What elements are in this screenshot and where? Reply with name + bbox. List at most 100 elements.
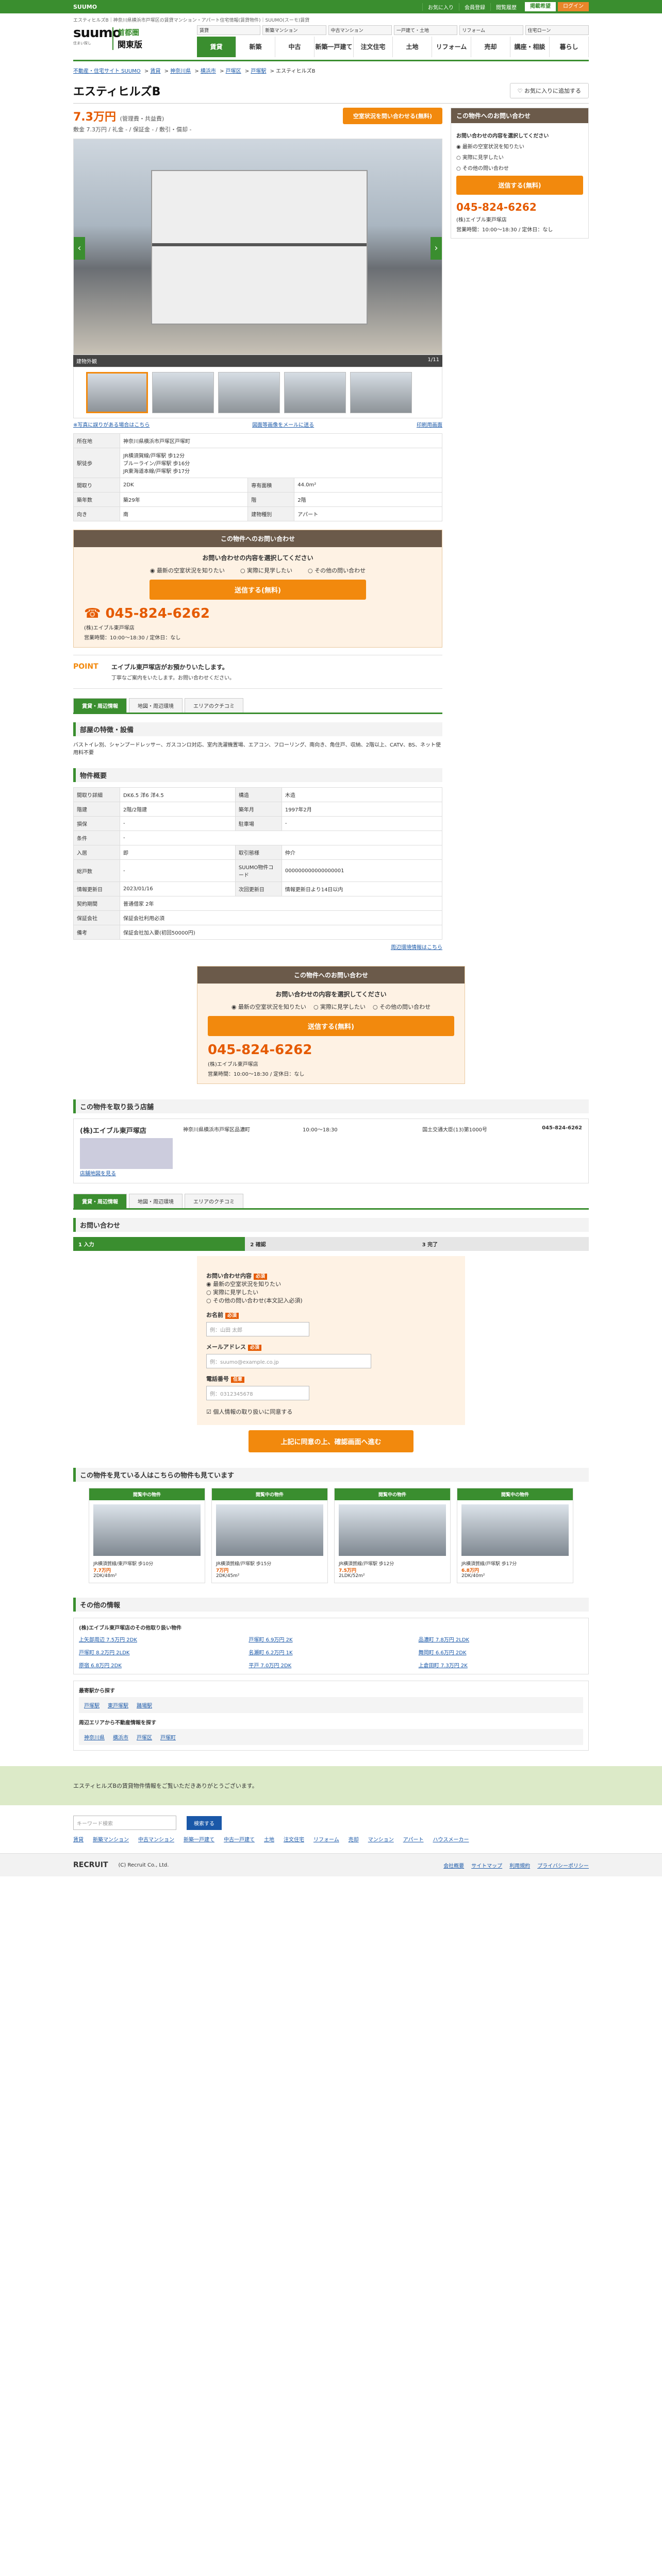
area-link[interactable]: 神奈川県	[84, 1733, 105, 1741]
other-property-link[interactable]: 舞岡町 6.6万円 2DK	[419, 1648, 583, 1656]
radio-visit[interactable]: ○ 実際に見学したい	[313, 1003, 366, 1011]
sub-nav-item[interactable]: 住宅ローン	[525, 25, 589, 35]
station-link[interactable]: 戸塚駅	[84, 1701, 100, 1709]
sub-nav-item[interactable]: リフォーム	[459, 25, 523, 35]
thumbnail[interactable]	[86, 372, 148, 413]
agree-checkbox[interactable]: ☑ 個人情報の取り扱いに同意する	[206, 1408, 456, 1416]
form-radio-visit[interactable]: ○ 実際に見学したい	[206, 1288, 456, 1296]
station-link[interactable]: 東戸塚駅	[108, 1701, 128, 1709]
side-radio-visit[interactable]: ○ 実際に見学したい	[456, 153, 583, 161]
footer-link[interactable]: 注文住宅	[284, 1835, 304, 1843]
sub-nav-item[interactable]: 一戸建て・土地	[393, 25, 458, 35]
side-radio-other[interactable]: ○ その他の問い合わせ	[456, 164, 583, 172]
radio-visit[interactable]: ○ 実際に見学したい	[240, 566, 292, 574]
publish-button[interactable]: 掲載希望	[525, 2, 556, 11]
nav-used[interactable]: 中古	[275, 37, 315, 57]
area-link[interactable]: 横浜市	[113, 1733, 128, 1741]
footer-link[interactable]: 賃貸	[73, 1835, 84, 1843]
footer-search-input[interactable]: キーワード検索	[73, 1816, 176, 1830]
main-photo[interactable]: ‹ ›	[73, 139, 442, 355]
top-logo[interactable]: SUUMO	[73, 4, 97, 10]
bottom-link[interactable]: サイトマップ	[471, 1861, 502, 1869]
other-property-link[interactable]: 戸塚町 6.9万円 2K	[249, 1635, 413, 1643]
nav-custom[interactable]: 注文住宅	[354, 37, 393, 57]
thumbnail[interactable]	[284, 372, 346, 413]
tab-reviews[interactable]: エリアのクチコミ	[185, 698, 243, 713]
other-property-link[interactable]: 戸塚町 8.2万円 2LDK	[79, 1648, 243, 1656]
suumo-logo[interactable]: suumo 住まい探し	[73, 25, 121, 46]
bottom-link[interactable]: 会社概要	[443, 1861, 464, 1869]
nav-rent[interactable]: 賃貸	[197, 37, 236, 57]
recommend-card[interactable]: 閲覧中の物件 JR横須賀線/戸塚駅 歩12分 7.5万円 2LDK/52m²	[334, 1488, 451, 1583]
sub-nav-item[interactable]: 中古マンション	[328, 25, 392, 35]
nav-new[interactable]: 新築	[236, 37, 275, 57]
confirm-button[interactable]: 上記に同意の上、確認画面へ進む	[249, 1430, 413, 1452]
breadcrumb-link[interactable]: 横浜市	[201, 69, 216, 74]
thumbnail[interactable]	[218, 372, 280, 413]
breadcrumb-link[interactable]: 戸塚駅	[251, 69, 266, 74]
recommend-card[interactable]: 閲覧中の物件 JR横須賀線/戸塚駅 歩15分 7万円 2DK/45m²	[211, 1488, 328, 1583]
bottom-link[interactable]: 利用規約	[509, 1861, 530, 1869]
send-floorplan-link[interactable]: 図面等画像をメールに送る	[252, 420, 314, 428]
tab-rent-info[interactable]: 賃貸・周辺情報	[73, 1194, 127, 1208]
phone-number-2[interactable]: 045-824-6262	[208, 1042, 454, 1058]
footer-link[interactable]: 新築一戸建て	[184, 1835, 214, 1843]
email-input[interactable]: 例：suumo@example.co.jp	[206, 1354, 371, 1368]
footer-link[interactable]: ハウスメーカー	[433, 1835, 469, 1843]
nav-consult[interactable]: 講座・相談	[510, 37, 550, 57]
radio-vacancy[interactable]: ◉ 最新の空室状況を知りたい	[231, 1003, 306, 1011]
nav-new-house[interactable]: 新築一戸建て	[315, 37, 354, 57]
other-property-link[interactable]: 平戸 7.0万円 2DK	[249, 1661, 413, 1669]
bottom-link[interactable]: プライバシーポリシー	[537, 1861, 589, 1869]
tab-rent-info[interactable]: 賃貸・周辺情報	[73, 698, 127, 713]
side-radio-vacancy[interactable]: ◉ 最新の空室状況を知りたい	[456, 142, 583, 150]
send-button[interactable]: 送信する(無料)	[150, 580, 366, 600]
sub-nav-item[interactable]: 賃貸	[197, 25, 261, 35]
footer-link[interactable]: リフォーム	[313, 1835, 339, 1843]
form-radio-other[interactable]: ○ その他の問い合わせ(本文記入必須)	[206, 1296, 456, 1304]
tab-map[interactable]: 地図・周辺環境	[129, 1194, 183, 1208]
side-phone[interactable]: 045-824-6262	[456, 201, 583, 213]
nav-reform[interactable]: リフォーム	[432, 37, 471, 57]
name-input[interactable]: 例：山田 太郎	[206, 1322, 309, 1336]
other-property-link[interactable]: 上倉田町 7.3万円 2K	[419, 1661, 583, 1669]
footer-search-button[interactable]: 検索する	[187, 1816, 222, 1830]
footer-link[interactable]: 土地	[264, 1835, 274, 1843]
area-link[interactable]: 戸塚区	[137, 1733, 152, 1741]
footer-link[interactable]: 中古マンション	[138, 1835, 174, 1843]
phone-number[interactable]: ☎ 045-824-6262	[84, 606, 432, 621]
favorites-link[interactable]: お気に入り	[422, 3, 459, 11]
radio-other[interactable]: ○ その他の問い合わせ	[308, 566, 366, 574]
photo-error-link[interactable]: ※写真に誤りがある場合はこちら	[73, 420, 150, 428]
other-property-link[interactable]: 上矢部周辺 7.5万円 2DK	[79, 1635, 243, 1643]
prev-photo-icon[interactable]: ‹	[74, 237, 85, 260]
recommend-card[interactable]: 閲覧中の物件 JR横須賀線/戸塚駅 歩17分 6.8万円 2DK/40m²	[457, 1488, 573, 1583]
thumbnail[interactable]	[152, 372, 214, 413]
side-send-button[interactable]: 送信する(無料)	[456, 176, 583, 195]
footer-link[interactable]: 中古一戸建て	[224, 1835, 255, 1843]
nav-land[interactable]: 土地	[393, 37, 432, 57]
radio-other[interactable]: ○ その他の問い合わせ	[373, 1003, 431, 1011]
environment-link[interactable]: 周辺環境情報はこちら	[391, 945, 442, 951]
breadcrumb-link[interactable]: 戸塚区	[226, 69, 241, 74]
other-property-link[interactable]: 名瀬町 6.2万円 1K	[249, 1648, 413, 1656]
station-link[interactable]: 踊場駅	[137, 1701, 152, 1709]
nav-life[interactable]: 暮らし	[550, 37, 589, 57]
area-link[interactable]: 戸塚町	[160, 1733, 176, 1741]
footer-link[interactable]: 新築マンション	[93, 1835, 129, 1843]
other-property-link[interactable]: 原宿 6.8万円 2DK	[79, 1661, 243, 1669]
print-link[interactable]: 印刷用画面	[417, 420, 442, 428]
other-property-link[interactable]: 品濃町 7.8万円 2LDK	[419, 1635, 583, 1643]
radio-vacancy[interactable]: ◉ 最新の空室状況を知りたい	[150, 566, 225, 574]
thumbnail[interactable]	[350, 372, 412, 413]
footer-link[interactable]: アパート	[403, 1835, 424, 1843]
tab-map[interactable]: 地図・周辺環境	[129, 698, 183, 713]
add-favorite-button[interactable]: ♡ お気に入りに追加する	[509, 83, 589, 98]
register-link[interactable]: 会員登録	[459, 3, 490, 11]
footer-link[interactable]: 売却	[349, 1835, 359, 1843]
login-button[interactable]: ログイン	[558, 2, 589, 11]
breadcrumb-link[interactable]: 不動産・住宅サイト SUUMO	[73, 69, 141, 74]
form-radio-vacancy[interactable]: ◉ 最新の空室状況を知りたい	[206, 1280, 456, 1288]
history-link[interactable]: 閲覧履歴	[490, 3, 522, 11]
next-photo-icon[interactable]: ›	[431, 237, 442, 260]
